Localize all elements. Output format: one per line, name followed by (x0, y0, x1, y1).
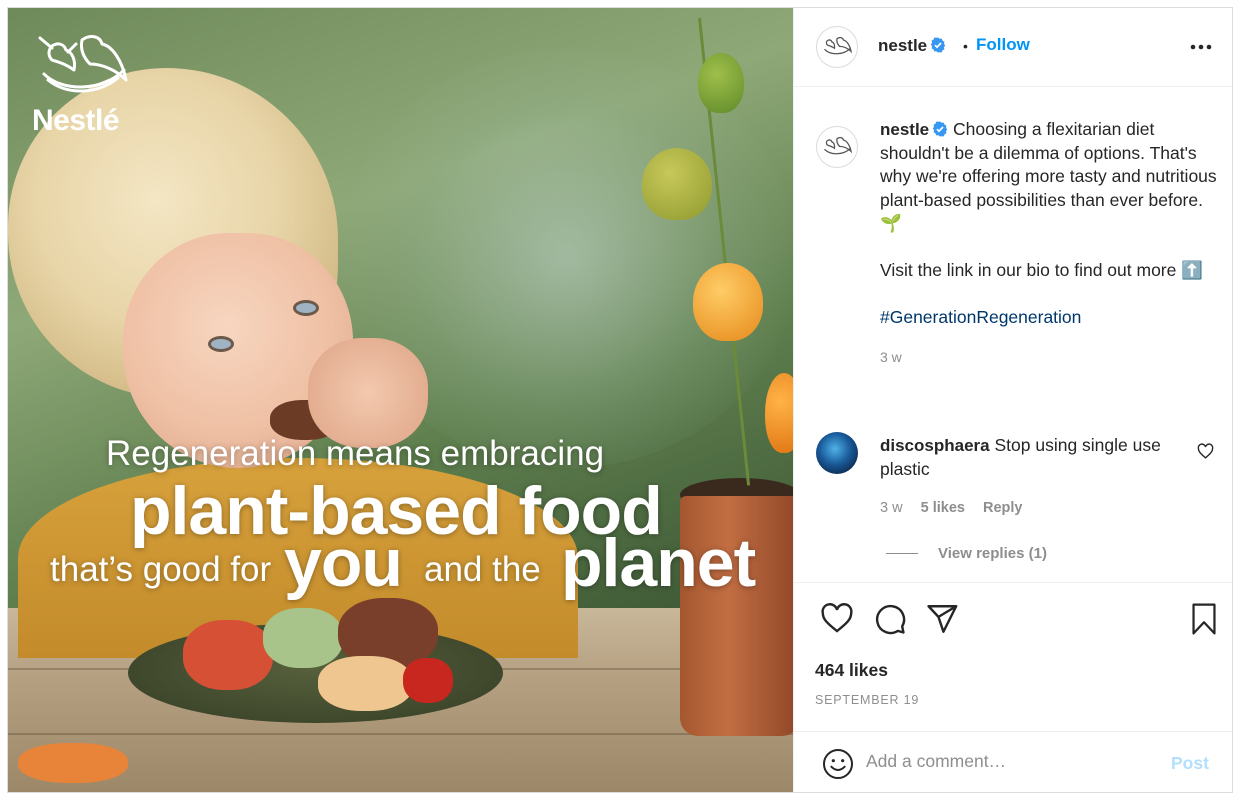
bookmark-icon (1192, 603, 1216, 635)
caption-line-2: Visit the link in our bio to find out mo… (880, 260, 1204, 280)
comment-icon (875, 604, 906, 635)
comment-input[interactable] (866, 751, 1156, 772)
emoji-icon (823, 749, 853, 779)
add-comment-bar: Post (794, 733, 1232, 792)
avatar[interactable] (816, 26, 858, 68)
comment-likes[interactable]: 5 likes (921, 500, 965, 516)
child-eye (293, 300, 319, 316)
follow-button[interactable]: Follow (976, 35, 1030, 55)
hashtag-link[interactable]: #GenerationRegeneration (880, 307, 1081, 327)
verified-badge-icon (930, 37, 946, 53)
divider (886, 553, 918, 554)
post-sidebar: nestle • Follow nestle Choosing a flexit… (793, 8, 1232, 792)
comment-item: discosphaera Stop using single use plast… (880, 434, 1180, 481)
lantern-orange (693, 263, 763, 341)
heart-icon (1197, 443, 1214, 459)
food-cucumber (263, 608, 343, 668)
view-replies-label: View replies (1) (938, 545, 1047, 562)
comment-username[interactable]: discosphaera (880, 436, 990, 455)
overlay-line-3c: and the (424, 550, 541, 589)
caption-timestamp[interactable]: 3 w (880, 346, 1220, 370)
table-plank (8, 733, 793, 735)
save-button[interactable] (1188, 602, 1224, 638)
post-comment-button[interactable]: Post (1171, 753, 1209, 774)
avatar[interactable] (816, 432, 858, 474)
lantern-orange (765, 373, 793, 453)
post-caption: nestle Choosing a flexitarian diet shoul… (880, 118, 1220, 369)
child-eye (208, 336, 234, 352)
more-horizontal-icon (1190, 44, 1212, 50)
emoji-button[interactable] (822, 748, 854, 780)
nestle-nest-icon (824, 36, 853, 55)
food-pepper (403, 658, 453, 703)
overlay-line-3d: planet (561, 525, 756, 601)
overlay-line-3b: you (284, 525, 403, 601)
nestle-nest-icon (824, 136, 853, 155)
comment-like-button[interactable] (1197, 443, 1219, 465)
child-hand (308, 338, 428, 448)
lantern-yellow (642, 148, 712, 220)
carrot (18, 743, 128, 783)
header-separator: • (963, 38, 968, 54)
overlay-line-1: Regeneration means embracing (106, 434, 605, 473)
send-icon (927, 605, 958, 633)
more-options-button[interactable] (1184, 30, 1218, 64)
post-header: nestle • Follow (794, 8, 1232, 87)
heart-icon (821, 603, 853, 633)
comment-meta: 3 w 5 likes Reply (880, 500, 1036, 516)
nestle-nest-icon (38, 35, 128, 93)
comment-button[interactable] (873, 602, 909, 638)
nestle-logo: Nestlé (32, 30, 144, 138)
food-bread (318, 656, 413, 711)
avatar[interactable] (816, 126, 858, 168)
verified-badge-icon (932, 121, 948, 137)
like-button[interactable] (820, 602, 856, 638)
post-date[interactable]: SEPTEMBER 19 (815, 693, 919, 707)
lantern-green (698, 53, 744, 113)
reply-button[interactable]: Reply (983, 500, 1023, 516)
nestle-wordmark: Nestlé (32, 104, 120, 137)
share-button[interactable] (925, 602, 961, 638)
header-username[interactable]: nestle (878, 36, 946, 56)
view-replies-button[interactable]: View replies (1) (886, 545, 1047, 562)
food-tomato (183, 620, 273, 690)
post-actions: 464 likes SEPTEMBER 19 (794, 584, 1232, 732)
comment-timestamp[interactable]: 3 w (880, 500, 903, 516)
post-image[interactable]: Nestlé Regeneration means embracing plan… (8, 8, 793, 792)
comments-section: nestle Choosing a flexitarian diet shoul… (794, 88, 1232, 583)
post-dialog: Nestlé Regeneration means embracing plan… (7, 7, 1233, 793)
likes-count[interactable]: 464 likes (815, 660, 888, 681)
caption-text: Choosing a flexitarian diet shouldn't be… (880, 119, 1217, 233)
caption-username[interactable]: nestle (880, 120, 929, 139)
overlay-line-3a: that’s good for (50, 550, 272, 589)
username-link[interactable]: nestle (878, 36, 927, 55)
